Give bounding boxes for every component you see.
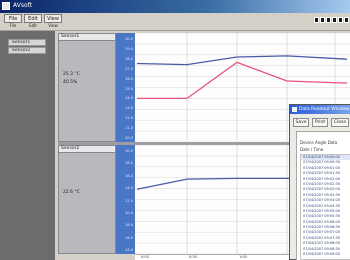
series-line-blue (136, 55, 348, 66)
maximize-icon[interactable] (338, 17, 343, 23)
y-tick-label: 24.0 (125, 186, 133, 191)
info-icon[interactable] (326, 17, 331, 23)
close-button[interactable]: Close (331, 118, 349, 127)
y-tick-label: 20.0 (125, 210, 133, 215)
y-tick-label: 26.0 (125, 76, 133, 81)
graph-caption: Sensor1 (59, 34, 115, 41)
y-axis: 30.0 29.0 28.0 27.0 26.0 25.0 24.0 23.0 22.0 21.0… (116, 33, 135, 142)
series-line-pink (137, 61, 348, 100)
sidebar-item-sensor1[interactable]: Sensor1 (8, 39, 46, 46)
y-tick-label: 16.0 (125, 235, 133, 240)
toolbar-button-file[interactable]: File (4, 14, 22, 23)
app-icon (2, 2, 10, 10)
y-tick-label: 26.0 (125, 173, 133, 178)
data-label: Device Angle Data (300, 140, 338, 145)
sidebar-item-sensor2[interactable]: Sensor2 (8, 47, 46, 54)
temperature-readout: 22.6 °C (63, 190, 80, 195)
y-tick-label: 30.0 (125, 149, 133, 153)
save-button[interactable]: Save (293, 118, 309, 127)
toolbar-button-view[interactable]: View (44, 14, 62, 23)
dialog-content-pane: Device Angle Data Date / Time 07/04/2007… (296, 131, 350, 260)
y-tick-label: 28.0 (125, 161, 133, 166)
data-readout-dialog: Data Readout Window Save Print Close Dev… (289, 104, 350, 260)
y-tick-label: 25.0 (125, 86, 133, 91)
humidity-readout: 40.5% (63, 80, 78, 85)
minimize-icon[interactable] (332, 17, 337, 23)
x-tick-label: 0:00 (141, 255, 149, 259)
data-list[interactable]: 07/04/2007 09:00:00 07/04/2007 09:00:30 07… (300, 154, 350, 260)
y-tick-label: 30.0 (125, 37, 133, 41)
toolbar-label: File (9, 23, 17, 28)
y-tick-label: 22.0 (125, 116, 133, 121)
window-title: AVsoft (13, 2, 32, 9)
dialog-title: Data Readout Window (299, 107, 350, 112)
dialog-title-bar[interactable]: Data Readout Window (290, 105, 350, 114)
toolbar: File Edit View File Edit View (0, 13, 350, 31)
sensor-sidebar: Sensor1 Sensor2 (0, 31, 55, 260)
column-header-date-time: Date / Time (300, 147, 324, 152)
x-tick-label: 0:30 (189, 255, 197, 259)
y-tick-label: 28.0 (125, 56, 133, 61)
y-tick-label: 21.0 (125, 126, 133, 131)
help-icon[interactable] (314, 17, 319, 23)
y-axis: 30.0 28.0 26.0 24.0 22.0 20.0 18.0 16.0 14.0 (116, 145, 135, 254)
dialog-icon (292, 107, 297, 112)
toolbar-button-edit[interactable]: Edit (24, 14, 42, 23)
close-icon[interactable] (344, 17, 349, 23)
y-tick-label: 20.0 (125, 136, 133, 140)
y-tick-label: 23.0 (125, 106, 133, 111)
temperature-readout: 25.3 °C (63, 72, 80, 77)
y-tick-label: 27.0 (125, 66, 133, 71)
print-button[interactable]: Print (312, 118, 328, 127)
toolbar-label: View (48, 23, 58, 28)
window-controls (314, 17, 349, 23)
graph-panel-header: Sensor2 22.6 °C (58, 145, 116, 254)
y-tick-label: 29.0 (125, 46, 133, 51)
y-tick-label: 24.0 (125, 96, 133, 101)
y-tick-label: 18.0 (125, 223, 133, 228)
list-item[interactable]: 07/04/2007 09:09:00 (301, 252, 350, 257)
x-tick-label: 1:00 (239, 255, 247, 259)
graph-caption: Sensor2 (59, 146, 115, 153)
y-tick-label: 14.0 (125, 248, 133, 252)
toolbar-label: Edit (29, 23, 37, 28)
title-bar: AVsoft (0, 0, 350, 13)
graph-panel-header: Sensor1 25.3 °C 40.5% (58, 33, 116, 142)
y-tick-label: 22.0 (125, 198, 133, 203)
settings-icon[interactable] (320, 17, 325, 23)
